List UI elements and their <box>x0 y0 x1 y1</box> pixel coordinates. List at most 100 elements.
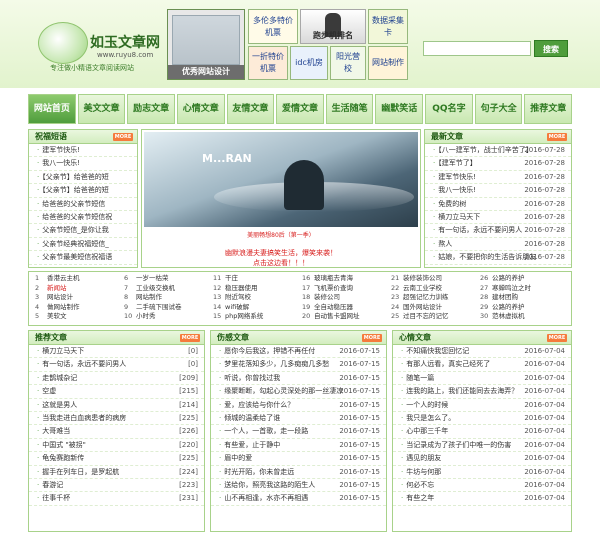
list-item[interactable]: · 我八一快乐! 2016-07-28 <box>425 184 571 198</box>
list-item[interactable]: · 建军节快乐! <box>29 144 137 158</box>
list-item[interactable]: · 熬人 2016-07-28 <box>425 238 571 252</box>
list-item[interactable]: · 有一句话，永远不要问男人 2016-07-28 <box>425 224 571 238</box>
friend-link[interactable]: 7 工业级交换机 <box>124 284 209 294</box>
list-item[interactable]: · 横刀立马天下 [0] <box>29 345 204 359</box>
friend-link[interactable]: 24 国外网站设计 <box>391 303 476 313</box>
list-item[interactable]: · 一个人，一首歌，走一段路 2016-07-15 <box>211 425 386 439</box>
list-item[interactable]: · 缘聚断断，勾起心灵深处的那一丝凄凉 2016-07-15 <box>211 385 386 399</box>
nav-home[interactable]: 网站首页 <box>28 94 76 124</box>
list-item[interactable]: · 龟兔赛跑新传 [225] <box>29 452 204 466</box>
list-item[interactable]: · 有一句话，永远不要问男人 [0] <box>29 358 204 372</box>
friend-link[interactable]: 26 公路的养护 <box>480 274 565 284</box>
friend-link[interactable]: 4 做网站制作 <box>35 303 120 313</box>
friend-link[interactable]: 18 装修公司 <box>302 293 387 303</box>
list-item[interactable]: · 不知痛快我您回忆记 2016-07-04 <box>393 345 571 359</box>
nav-love[interactable]: 爱情文章 <box>276 94 324 124</box>
list-item[interactable]: · 当记录成为了孩子们中唯一的伤害 2016-07-04 <box>393 439 571 453</box>
list-item[interactable]: · 我只是怎么了。 2016-07-04 <box>393 412 571 426</box>
list-item[interactable]: · 往事千杯 [231] <box>29 492 204 506</box>
list-item[interactable]: · 有些之年 2016-07-04 <box>393 492 571 506</box>
friend-link[interactable]: 30 范林虚拟机 <box>480 312 565 322</box>
list-item[interactable]: · 倾城的温柔给了谁 2016-07-15 <box>211 412 386 426</box>
list-item[interactable]: · 父亲节经典祝福短信_ <box>29 238 137 252</box>
friend-link[interactable]: 6 一岁一枯荣 <box>124 274 209 284</box>
friend-link[interactable]: 28 建材团购 <box>480 293 565 303</box>
ad-toronto-tickets[interactable]: 多伦多特价机票 <box>248 9 298 44</box>
friend-link[interactable]: 2 新闻站 <box>35 284 120 294</box>
friend-link[interactable]: 15 php网络系统 <box>213 312 298 322</box>
list-item[interactable]: · 当我走进白血病患者的病房 [225] <box>29 412 204 426</box>
list-item[interactable]: · 随笔一篇 2016-07-04 <box>393 372 571 386</box>
ad-discount-tickets[interactable]: 一折特价机票 <box>248 46 288 80</box>
list-item[interactable]: · 眉中的爱 2016-07-15 <box>211 452 386 466</box>
list-item[interactable]: · 免费的树 2016-07-28 <box>425 198 571 211</box>
ad-website-design[interactable]: 优秀网站设计 <box>167 9 245 80</box>
friend-link[interactable]: 20 自动售卡盟网址 <box>302 312 387 322</box>
friend-link[interactable]: 23 超强记忆力训练 <box>391 293 476 303</box>
list-item[interactable]: · 何必不忘 2016-07-04 <box>393 479 571 493</box>
friend-link[interactable]: 14 wifi破解 <box>213 303 298 313</box>
list-item[interactable]: · 一个人的时候 2016-07-04 <box>393 399 571 412</box>
list-item[interactable]: · 有那人远看，真实己经死了 2016-07-04 <box>393 358 571 372</box>
search-input[interactable] <box>423 41 531 56</box>
friend-link[interactable]: 29 公路的养护 <box>480 303 565 313</box>
friend-link[interactable]: 19 全自动稳压器 <box>302 303 387 313</box>
list-item[interactable]: · 给爸爸的父亲节短信 <box>29 198 137 211</box>
nav-jokes[interactable]: 幽默笑话 <box>375 94 424 124</box>
featured-banner[interactable]: M...RAN 美丽畅想80后（第一季） 幽默浪漫夫妻搞笑生活，爆笑来袭！ 点击… <box>141 129 421 268</box>
ad-data-card[interactable]: 数据采集卡 <box>368 9 408 44</box>
list-item[interactable]: · 父亲节短信_是你让我 <box>29 224 137 238</box>
nav-friendship[interactable]: 友情文章 <box>226 94 275 124</box>
list-item[interactable]: · 父亲节最美短信祝福语 <box>29 251 137 265</box>
list-item[interactable]: · 给爸爸的父亲节短信祝 <box>29 211 137 225</box>
friend-link[interactable]: 5 美软文 <box>35 312 120 322</box>
more-button[interactable]: MORE <box>362 334 382 342</box>
list-item[interactable]: · 送给你，照亮我这路的陌生人 2016-07-15 <box>211 479 386 493</box>
list-item[interactable]: · 这就是男人 [214] <box>29 399 204 412</box>
more-button[interactable]: MORE <box>180 334 200 342</box>
friend-link[interactable]: 27 寒蝉鸣泣之时 <box>480 284 565 294</box>
list-item[interactable]: · 我八一快乐! <box>29 157 137 171</box>
nav-sentences[interactable]: 句子大全 <box>474 94 523 124</box>
nav-essay[interactable]: 生活随笔 <box>325 94 374 124</box>
banner-caption[interactable]: 幽默浪漫夫妻搞笑生活，爆笑来袭！ 点击这边看！！！ <box>142 248 420 268</box>
list-item[interactable]: · 【八一建军节，战士们辛苦了】 2016-07-28 <box>425 144 571 158</box>
list-item[interactable]: · 连我的路上，我们还能同去去海弄？ 2016-07-04 <box>393 385 571 399</box>
friend-link[interactable]: 22 云南工业学校 <box>391 284 476 294</box>
friend-link[interactable]: 1 香港云主机 <box>35 274 120 284</box>
list-item[interactable]: · 大哥难当 [226] <box>29 425 204 439</box>
list-item[interactable]: · 【建军节了】 2016-07-28 <box>425 157 571 171</box>
friend-link[interactable]: 12 稳压器使用 <box>213 284 298 294</box>
ad-treadmill[interactable]: 跑步机排名 <box>300 9 366 44</box>
list-item[interactable]: · 梦里花落知多少，几多痴痴几多愁 2016-07-15 <box>211 358 386 372</box>
nav-beauty[interactable]: 美文文章 <box>77 94 126 124</box>
friend-link[interactable]: 8 网站制作 <box>124 293 209 303</box>
friend-link[interactable]: 16 玻璃瓶去青海 <box>302 274 387 284</box>
more-button[interactable]: MORE <box>547 133 567 141</box>
nav-mood[interactable]: 心情文章 <box>176 94 225 124</box>
friend-link[interactable]: 3 网站设计 <box>35 293 120 303</box>
list-item[interactable]: · 牛坊与何那 2016-07-04 <box>393 466 571 479</box>
list-item[interactable]: · 姑娘，不要把你的生活告诉朋友 2016-07-28 <box>425 251 571 265</box>
ad-idc[interactable]: idc机房 <box>290 46 328 80</box>
list-item[interactable]: · 爱，应该给与你什么？ 2016-07-15 <box>211 399 386 412</box>
list-item[interactable]: · 听说，你曾找过我 2016-07-15 <box>211 372 386 386</box>
list-item[interactable]: · 【父亲节】给爸爸的短 <box>29 184 137 198</box>
list-item[interactable]: · 握手在列车日，是罗起航 [224] <box>29 466 204 479</box>
list-item[interactable]: · 空虚 [215] <box>29 385 204 399</box>
ad-site-making[interactable]: 网站制作 <box>368 46 408 80</box>
list-item[interactable]: · 建军节快乐! 2016-07-28 <box>425 171 571 185</box>
more-button[interactable]: MORE <box>547 334 567 342</box>
logo-title[interactable]: 如玉文章网 <box>90 32 160 52</box>
list-item[interactable]: · 春游记 [223] <box>29 479 204 493</box>
friend-link[interactable]: 9 二手硫下围试卷 <box>124 303 209 313</box>
friend-link[interactable]: 21 装修装饰公司 <box>391 274 476 284</box>
list-item[interactable]: · 心中那三千年 2016-07-04 <box>393 425 571 439</box>
logo-mouse-icon[interactable] <box>38 22 88 64</box>
nav-qq-names[interactable]: QQ名字 <box>425 94 473 124</box>
ad-school[interactable]: 阳光营校 <box>330 46 366 80</box>
search-button[interactable]: 搜索 <box>534 40 568 57</box>
list-item[interactable]: · 横刀立马天下 2016-07-28 <box>425 211 571 225</box>
list-item[interactable]: · 【父亲节】给爸爸的短 <box>29 171 137 185</box>
friend-link[interactable]: 17 飞机票价查询 <box>302 284 387 294</box>
